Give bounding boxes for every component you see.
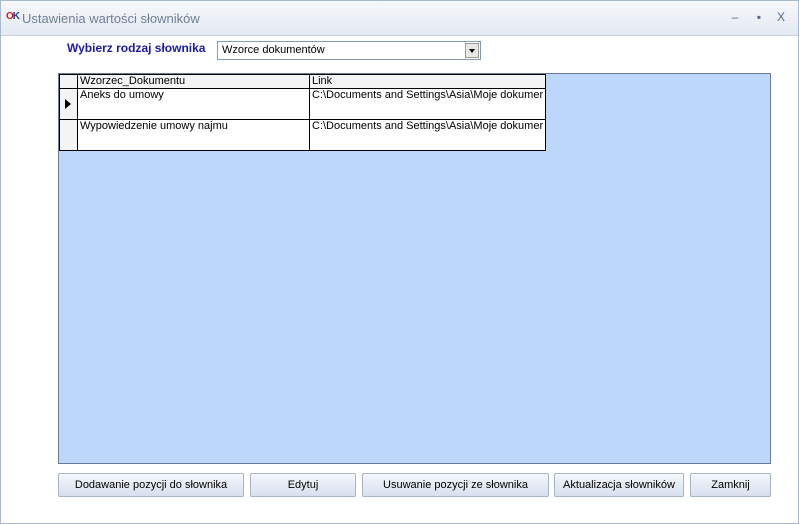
minimize-button[interactable]: – [727,9,743,25]
current-row-arrow-icon [65,99,71,109]
edit-button[interactable]: Edytuj [250,473,356,497]
row-selector[interactable] [59,119,78,151]
table-cell-document-template[interactable]: Aneks do umowy [77,88,310,120]
table-cell-link[interactable]: C:\Documents and Settings\Asia\Moje doku… [308,119,547,151]
column-header-document-template[interactable]: Wzorzec_Dokumentu [77,74,310,89]
add-entry-button[interactable]: Dodawanie pozycji do słownika [58,473,244,497]
dictionary-table: Wzorzec_Dokumentu Link Aneks do umowy C:… [59,74,547,151]
close-button[interactable]: Zamknij [690,473,771,497]
remove-entry-button[interactable]: Usuwanie pozycji ze słownika [362,473,549,497]
dictionary-grid[interactable]: Wzorzec_Dokumentu Link Aneks do umowy C:… [58,73,771,464]
row-selector[interactable] [59,88,78,120]
table-cell-document-template[interactable]: Wypowiedzenie umowy najmu [77,119,310,151]
window-title: Ustawienia wartości słowników [22,11,200,26]
table-row[interactable]: Wypowiedzenie umowy najmu C:\Documents a… [59,119,547,151]
app-logo-icon: OK [6,11,20,22]
dictionary-type-value: Wzorce dokumentów [222,44,325,56]
column-header-link[interactable]: Link [308,74,547,89]
row-selector-header[interactable] [59,74,78,89]
dictionary-settings-window: OK Ustawienia wartości słowników – ▪ X W… [0,0,799,524]
dictionary-type-select[interactable]: Wzorce dokumentów [217,41,481,60]
table-cell-link[interactable]: C:\Documents and Settings\Asia\Moje doku… [308,88,547,120]
table-row[interactable]: Aneks do umowy C:\Documents and Settings… [59,88,547,120]
chevron-down-icon[interactable] [465,43,479,58]
close-window-button[interactable]: X [773,9,789,25]
refresh-dictionaries-button[interactable]: Aktualizacja słowników [554,473,684,497]
maximize-button[interactable]: ▪ [751,9,767,25]
table-header-row: Wzorzec_Dokumentu Link [59,74,547,89]
dictionary-type-label: Wybierz rodzaj słownika [67,41,206,55]
title-bar[interactable]: OK Ustawienia wartości słowników – ▪ X [1,1,798,36]
